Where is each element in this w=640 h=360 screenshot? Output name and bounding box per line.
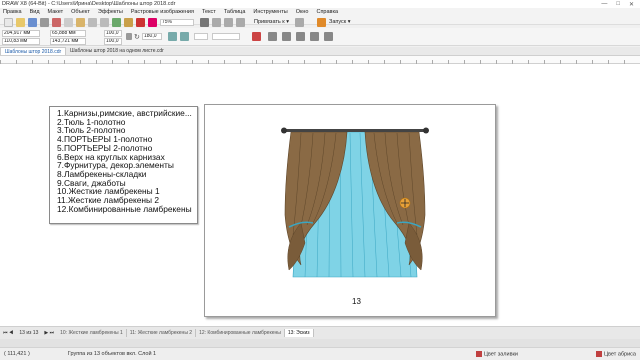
menu-view[interactable]: Вид (30, 9, 40, 15)
curtain-drawing[interactable] (205, 105, 495, 295)
horizontal-ruler[interactable] (0, 56, 640, 64)
page-navigator: ⏮ ◀ 13 из 13 ▶ ⏭ 10: Жесткие ламбрекены … (0, 326, 640, 339)
fill-swatch-icon (475, 350, 482, 357)
paste-icon[interactable] (76, 17, 85, 27)
mirror-vertical-icon[interactable] (180, 32, 189, 41)
new-icon[interactable] (4, 17, 13, 27)
cursor-coordinates: ( 111,421 ) (4, 351, 30, 357)
open-icon[interactable] (16, 17, 25, 27)
fill-color-status[interactable]: Цвет заливки (472, 350, 522, 358)
ungroup-all-icon[interactable] (296, 32, 305, 41)
menu-help[interactable]: Справка (316, 9, 338, 15)
status-bar: ( 111,421 ) Группа из 13 объектов вкл. С… (0, 347, 640, 360)
menu-text[interactable]: Текст (202, 9, 216, 15)
snap-to-dropdown[interactable]: Привязать к ▾ (254, 19, 289, 25)
page-tab-active[interactable]: 13: Эскиз (284, 329, 314, 337)
menu-items: Правка Вид Макет Объект Эффекты Растровы… (0, 9, 338, 15)
group-icon[interactable] (268, 32, 277, 41)
snap-to-label: Привязать к (254, 19, 285, 25)
title-bar: DRAW X8 (64-Bit) - C:\Users\Ирина\Deskto… (0, 0, 640, 8)
width-field[interactable]: 65,888 мм (50, 30, 86, 37)
combine-icon[interactable] (310, 32, 319, 41)
doc-tab[interactable]: Шаблоны штор 2018 на одном листе.cdr (66, 47, 168, 55)
grid-icon[interactable] (224, 17, 233, 27)
menu-tools[interactable]: Инструменты (253, 9, 287, 15)
publish-pdf-icon[interactable] (136, 17, 145, 27)
page-tab[interactable]: 10: Жесткие ламбрекены 1 (57, 329, 127, 337)
rod-finial-left (281, 127, 287, 134)
launch-dropdown[interactable]: Запуск ▾ (329, 19, 351, 25)
first-page-button[interactable]: ⏮ ◀ (0, 330, 16, 336)
menu-effects[interactable]: Эффекты (98, 9, 123, 15)
launch-label: Запуск (329, 19, 347, 25)
document-page[interactable]: 13 (204, 104, 496, 317)
outline-width-select[interactable] (194, 33, 208, 40)
position-y-field[interactable]: 110,83 мм (2, 38, 40, 45)
section-list: 1.Карнизы,римские, австрийские... 2.Тюль… (49, 106, 198, 224)
print-icon[interactable] (40, 17, 49, 27)
close-button[interactable]: ✕ (629, 1, 634, 8)
menu-edit[interactable]: Правка (3, 9, 22, 15)
page-of-label: из (26, 330, 32, 336)
options-icon[interactable] (295, 17, 304, 27)
cut-icon[interactable] (52, 17, 61, 27)
scale-x-field[interactable]: 100,0 (104, 30, 122, 37)
rod-finial-right (423, 127, 429, 134)
rulers-icon[interactable] (212, 17, 221, 27)
selection-info: Группа из 13 объектов вкл. Слой 1 (67, 351, 157, 357)
save-icon[interactable] (28, 17, 37, 27)
redo-icon[interactable] (100, 17, 109, 27)
next-page-button[interactable]: ▶ ⏭ (41, 330, 57, 336)
menu-object[interactable]: Объект (71, 9, 90, 15)
minimize-button[interactable]: — (601, 1, 607, 8)
export-icon[interactable] (124, 17, 133, 27)
window-title: DRAW X8 (64-Bit) - C:\Users\Ирина\Deskto… (2, 1, 176, 7)
rotation-field[interactable]: 180,0 (142, 33, 162, 40)
current-page[interactable]: 13 (19, 330, 25, 336)
copy-icon[interactable] (64, 17, 73, 27)
height-field[interactable]: 143,721 мм (50, 38, 86, 45)
style-select[interactable] (212, 33, 240, 40)
align-icon[interactable] (324, 32, 333, 41)
position-x-field[interactable]: 204,917 мм (2, 30, 40, 37)
total-pages: 13 (32, 330, 39, 336)
document-tabs: Шаблоны штор 2018.cdr Шаблоны штор 2018 … (0, 47, 640, 56)
import-icon[interactable] (112, 17, 121, 27)
guides-icon[interactable] (236, 17, 245, 27)
property-bar: 204,917 мм 110,83 мм 65,888 мм 143,721 м… (0, 28, 640, 46)
menu-bitmaps[interactable]: Растровые изображения (131, 9, 194, 15)
menu-window[interactable]: Окно (296, 9, 309, 15)
launch-icon[interactable] (317, 17, 326, 27)
app-launcher-icon[interactable] (148, 17, 157, 27)
doc-tab-active[interactable]: Шаблоны штор 2018.cdr (0, 47, 67, 55)
page-counter: 13 из 13 (16, 330, 41, 336)
fill-color-label: Цвет заливки (483, 351, 518, 358)
page-number: 13 (352, 297, 361, 306)
undo-icon[interactable] (88, 17, 97, 27)
page-tab[interactable]: 12: Комбинированные ламбрекены (196, 329, 285, 337)
menu-layout[interactable]: Макет (48, 9, 64, 15)
ungroup-icon[interactable] (282, 32, 291, 41)
standard-toolbar: 75% Привязать к ▾ Запуск ▾ (0, 16, 640, 28)
menu-table[interactable]: Таблица (224, 9, 246, 15)
rotate-icon: ↻ (134, 34, 140, 41)
outline-color-label: Цвет абриса (603, 351, 636, 358)
lock-ratio-icon[interactable] (126, 33, 132, 40)
scale-y-field[interactable]: 100,0 (104, 38, 122, 45)
list-item[interactable]: 12.Комбинированные ламбрекены (57, 205, 197, 214)
fullscreen-icon[interactable] (200, 17, 209, 27)
outline-swatch-icon (595, 350, 602, 357)
wrap-text-icon[interactable] (252, 32, 261, 41)
curtain-rod (285, 129, 425, 132)
outline-color-status[interactable]: Цвет абриса (592, 350, 640, 358)
mirror-horizontal-icon[interactable] (168, 32, 177, 41)
horizontal-scrollbar[interactable] (0, 339, 640, 347)
page-tab[interactable]: 11: Жесткие ламбрекены 2 (127, 329, 197, 337)
maximize-button[interactable]: □ (616, 1, 620, 8)
zoom-select[interactable]: 75% (160, 18, 194, 26)
window-controls: — □ ✕ (601, 1, 640, 8)
